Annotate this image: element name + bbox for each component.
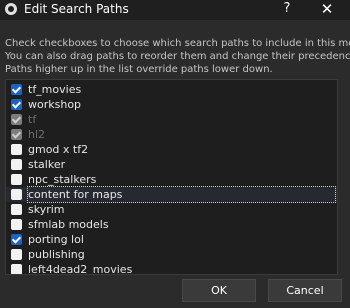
help-button[interactable]: ?	[280, 1, 294, 19]
search-path-label: npc_stalkers	[28, 173, 97, 186]
search-path-item[interactable]: left4dead2_movies	[6, 262, 337, 275]
search-path-label: content for maps	[27, 186, 336, 203]
search-path-checkbox[interactable]	[11, 189, 22, 200]
instruction-line: Check checkboxes to choose which search …	[5, 38, 350, 49]
search-path-item[interactable]: sfmlab models	[6, 217, 337, 232]
close-button[interactable]: ✕	[318, 0, 336, 20]
search-path-item[interactable]: skyrim	[6, 202, 337, 217]
search-path-label: workshop	[28, 98, 82, 111]
search-path-item[interactable]: tf	[6, 112, 337, 127]
app-icon	[5, 3, 17, 15]
search-path-checkbox	[11, 114, 22, 125]
search-path-checkbox[interactable]	[11, 204, 22, 215]
search-path-checkbox[interactable]	[11, 174, 22, 185]
search-path-label: tf	[28, 113, 37, 126]
search-path-checkbox	[11, 129, 22, 140]
ok-button[interactable]: OK	[182, 279, 256, 302]
search-path-checkbox[interactable]	[11, 219, 22, 230]
search-path-checkbox[interactable]	[11, 99, 22, 110]
title-bar[interactable]: Edit Search Paths ? ✕	[0, 0, 350, 20]
search-path-item[interactable]: hl2	[6, 127, 337, 142]
search-path-item[interactable]: workshop	[6, 97, 337, 112]
search-path-list[interactable]: tf_movies workshop tf hl2 gmod x tf2 stalker n…	[5, 79, 338, 275]
search-path-checkbox[interactable]	[11, 234, 22, 245]
search-path-item[interactable]: stalker	[6, 157, 337, 172]
search-path-label: stalker	[28, 158, 66, 171]
window-title: Edit Search Paths	[24, 2, 129, 16]
instruction-line: Paths higher up in the list override pat…	[5, 64, 273, 75]
instructions-text: Check checkboxes to choose which search …	[5, 37, 350, 76]
search-path-label: left4dead2_movies	[28, 263, 133, 275]
search-path-item[interactable]: content for maps	[6, 186, 337, 203]
search-path-item[interactable]: tf_movies	[6, 82, 337, 97]
cancel-button[interactable]: Cancel	[268, 279, 342, 302]
search-path-item[interactable]: gmod x tf2	[6, 142, 337, 157]
search-path-checkbox[interactable]	[11, 84, 22, 95]
search-path-label: publishing	[28, 248, 85, 261]
search-path-checkbox[interactable]	[11, 264, 22, 274]
search-path-checkbox[interactable]	[11, 249, 22, 260]
search-path-item[interactable]: porting lol	[6, 232, 337, 247]
search-path-label: sfmlab models	[28, 218, 109, 231]
search-path-label: porting lol	[28, 233, 84, 246]
instruction-line: You can also drag paths to reorder them …	[5, 51, 350, 62]
search-path-item[interactable]: publishing	[6, 247, 337, 262]
search-path-label: tf_movies	[28, 83, 82, 96]
search-path-label: hl2	[28, 128, 46, 141]
search-path-label: gmod x tf2	[28, 143, 89, 156]
search-path-checkbox[interactable]	[11, 159, 22, 170]
search-path-label: skyrim	[28, 203, 65, 216]
search-path-checkbox[interactable]	[11, 144, 22, 155]
search-path-item[interactable]: npc_stalkers	[6, 172, 337, 187]
